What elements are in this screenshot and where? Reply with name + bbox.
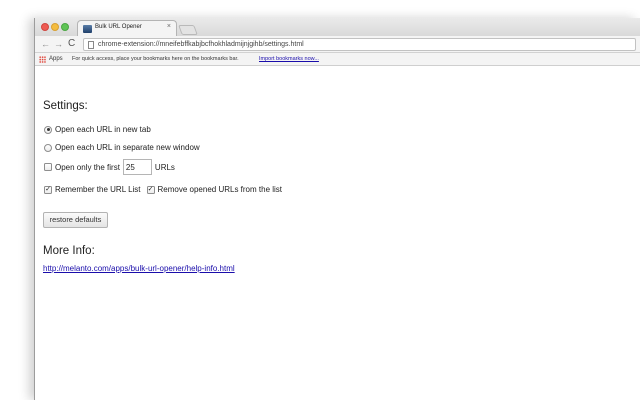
forward-arrow-icon[interactable]: → (54, 39, 63, 49)
more-info-heading: More Info: (43, 245, 95, 257)
apps-grid-icon[interactable] (39, 56, 46, 63)
import-bookmarks-link[interactable]: Import bookmarks now... (259, 56, 319, 62)
checkbox-remove-opened[interactable]: ✓ (146, 185, 155, 194)
open-first-prefix-label[interactable]: Open only the first (55, 163, 120, 172)
checkbox-open-first[interactable] (44, 163, 52, 171)
radio-new-window-label[interactable]: Open each URL in separate new window (55, 143, 200, 152)
apps-shortcut[interactable]: Apps (49, 56, 63, 62)
tab-strip: Bulk URL Opener × (35, 18, 640, 37)
new-tab-button[interactable] (178, 25, 198, 35)
remove-opened-label[interactable]: Remove opened URLs from the list (158, 185, 283, 194)
radio-new-tab[interactable] (44, 125, 52, 134)
restore-defaults-button[interactable]: restore defaults (43, 212, 108, 228)
tab-close-icon[interactable]: × (167, 23, 171, 30)
option-checkboxes-row: ✓ Remember the URL List ✓ Remove opened … (44, 185, 282, 194)
option-new-window[interactable]: Open each URL in separate new window (44, 143, 200, 152)
window-minimize-icon[interactable] (51, 23, 59, 31)
address-bar[interactable]: chrome-extension://mneifebffkabjbcfhokhl… (83, 38, 636, 51)
option-open-first: Open only the first URLs (44, 159, 175, 175)
bookmarks-bar: Apps For quick access, place your bookma… (35, 53, 640, 66)
option-new-tab[interactable]: Open each URL in new tab (44, 125, 151, 134)
radio-new-tab-label[interactable]: Open each URL in new tab (55, 125, 151, 134)
bookmarks-hint: For quick access, place your bookmarks h… (72, 56, 239, 62)
tab-title: Bulk URL Opener (95, 24, 142, 30)
reload-icon[interactable]: C (68, 39, 75, 49)
back-arrow-icon[interactable]: ← (41, 39, 50, 49)
radio-new-window[interactable] (44, 143, 52, 152)
window-maximize-icon[interactable] (61, 23, 69, 31)
checkbox-remember-list[interactable]: ✓ (44, 185, 52, 194)
extension-favicon-icon (83, 25, 92, 33)
browser-window: Bulk URL Opener × ← → C chrome-extension… (35, 18, 640, 400)
settings-page: Settings: Open each URL in new tab Open … (35, 66, 640, 400)
remember-list-label[interactable]: Remember the URL List (55, 185, 141, 194)
url-text[interactable]: chrome-extension://mneifebffkabjbcfhokhl… (98, 41, 304, 48)
help-info-link[interactable]: http://melanto.com/apps/bulk-url-opener/… (43, 264, 235, 273)
toolbar: ← → C chrome-extension://mneifebffkabjbc… (35, 36, 640, 53)
tab-bulk-url-opener[interactable]: Bulk URL Opener × (77, 20, 177, 37)
open-first-suffix-label: URLs (154, 162, 175, 172)
settings-heading: Settings: (43, 100, 88, 112)
window-close-icon[interactable] (41, 23, 49, 31)
open-first-count-input[interactable] (122, 159, 152, 175)
page-icon (88, 41, 94, 49)
